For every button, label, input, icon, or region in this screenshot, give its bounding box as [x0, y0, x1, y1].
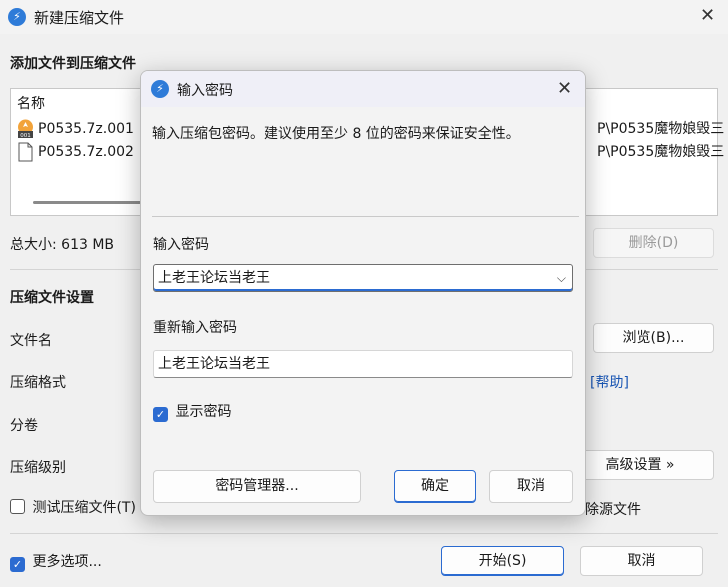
advanced-settings-button[interactable]: 高级设置 » [566, 450, 714, 480]
svg-text:001: 001 [20, 133, 31, 139]
blank-file-icon [18, 142, 33, 162]
check-icon[interactable]: ✓ [153, 407, 168, 422]
horizontal-scrollbar[interactable] [33, 201, 153, 204]
total-size: 总大小: 613 MB [10, 237, 115, 253]
dialog-title: 输入密码 [177, 83, 233, 99]
divider [10, 533, 718, 534]
more-options-checkbox[interactable]: ✓ 更多选项... [10, 553, 102, 573]
show-password-checkbox[interactable]: ✓ 显示密码 [153, 403, 231, 423]
password-input[interactable]: 上老王论坛当老王 ⌵ [153, 264, 573, 292]
more-options-label: 更多选项... [32, 554, 102, 570]
reenter-password-value: 上老王论坛当老王 [158, 356, 270, 372]
archive-file-icon: 001 [18, 119, 33, 139]
browse-button[interactable]: 浏览(B)... [593, 323, 714, 353]
list-item[interactable]: P0535.7z.002 [17, 141, 134, 163]
help-link[interactable]: [帮助] [590, 372, 629, 392]
add-files-heading: 添加文件到压缩文件 [10, 56, 136, 72]
close-icon[interactable]: ✕ [557, 78, 572, 99]
check-icon[interactable]: ✓ [10, 557, 25, 572]
close-icon[interactable]: ✕ [700, 5, 715, 26]
file-name: P0535.7z.001 [38, 121, 134, 137]
test-archive-checkbox[interactable]: 测试压缩文件(T) [10, 499, 136, 519]
ok-button[interactable]: 确定 [394, 470, 476, 503]
title-bar: ⚡ 新建压缩文件 ✕ [0, 0, 728, 34]
file-name: P0535.7z.002 [38, 144, 134, 160]
password-dialog: ⚡ 输入密码 ✕ 输入压缩包密码。建议使用至少 8 位的密码来保证安全性。 输入… [140, 70, 586, 516]
test-archive-label: 测试压缩文件(T) [32, 500, 136, 516]
cancel-button[interactable]: 取消 [580, 546, 703, 576]
app-icon: ⚡ [8, 8, 26, 26]
divider [152, 216, 579, 217]
list-item[interactable]: 001 P0535.7z.001 [17, 118, 134, 140]
dialog-cancel-button[interactable]: 取消 [489, 470, 573, 503]
reenter-password-label: 重新输入密码 [153, 320, 237, 336]
delete-source-label: 除源文件 [585, 502, 641, 518]
start-button[interactable]: 开始(S) [441, 546, 564, 576]
file-path: P\P0535魔物娘毁三 [597, 121, 725, 137]
password-label: 输入密码 [153, 237, 209, 253]
settings-heading: 压缩文件设置 [10, 290, 94, 306]
file-path: P\P0535魔物娘毁三 [597, 144, 725, 160]
chevron-down-icon[interactable]: ⌵ [557, 265, 566, 291]
reenter-password-input[interactable]: 上老王论坛当老王 [153, 350, 573, 378]
password-manager-button[interactable]: 密码管理器... [153, 470, 361, 503]
app-icon: ⚡ [151, 80, 169, 98]
checkbox-box[interactable] [10, 499, 25, 514]
split-label: 分卷 [10, 418, 38, 434]
dialog-title-bar: ⚡ 输入密码 ✕ [141, 71, 585, 107]
level-label: 压缩级别 [10, 460, 66, 476]
show-password-label: 显示密码 [175, 404, 232, 420]
password-value: 上老王论坛当老王 [158, 270, 270, 286]
column-header-name[interactable]: 名称 [17, 93, 45, 113]
password-instruction: 输入压缩包密码。建议使用至少 8 位的密码来保证安全性。 [152, 126, 520, 142]
format-label: 压缩格式 [10, 375, 66, 391]
window-title: 新建压缩文件 [34, 9, 125, 27]
filename-label: 文件名 [10, 333, 52, 349]
delete-button[interactable]: 删除(D) [593, 228, 714, 258]
